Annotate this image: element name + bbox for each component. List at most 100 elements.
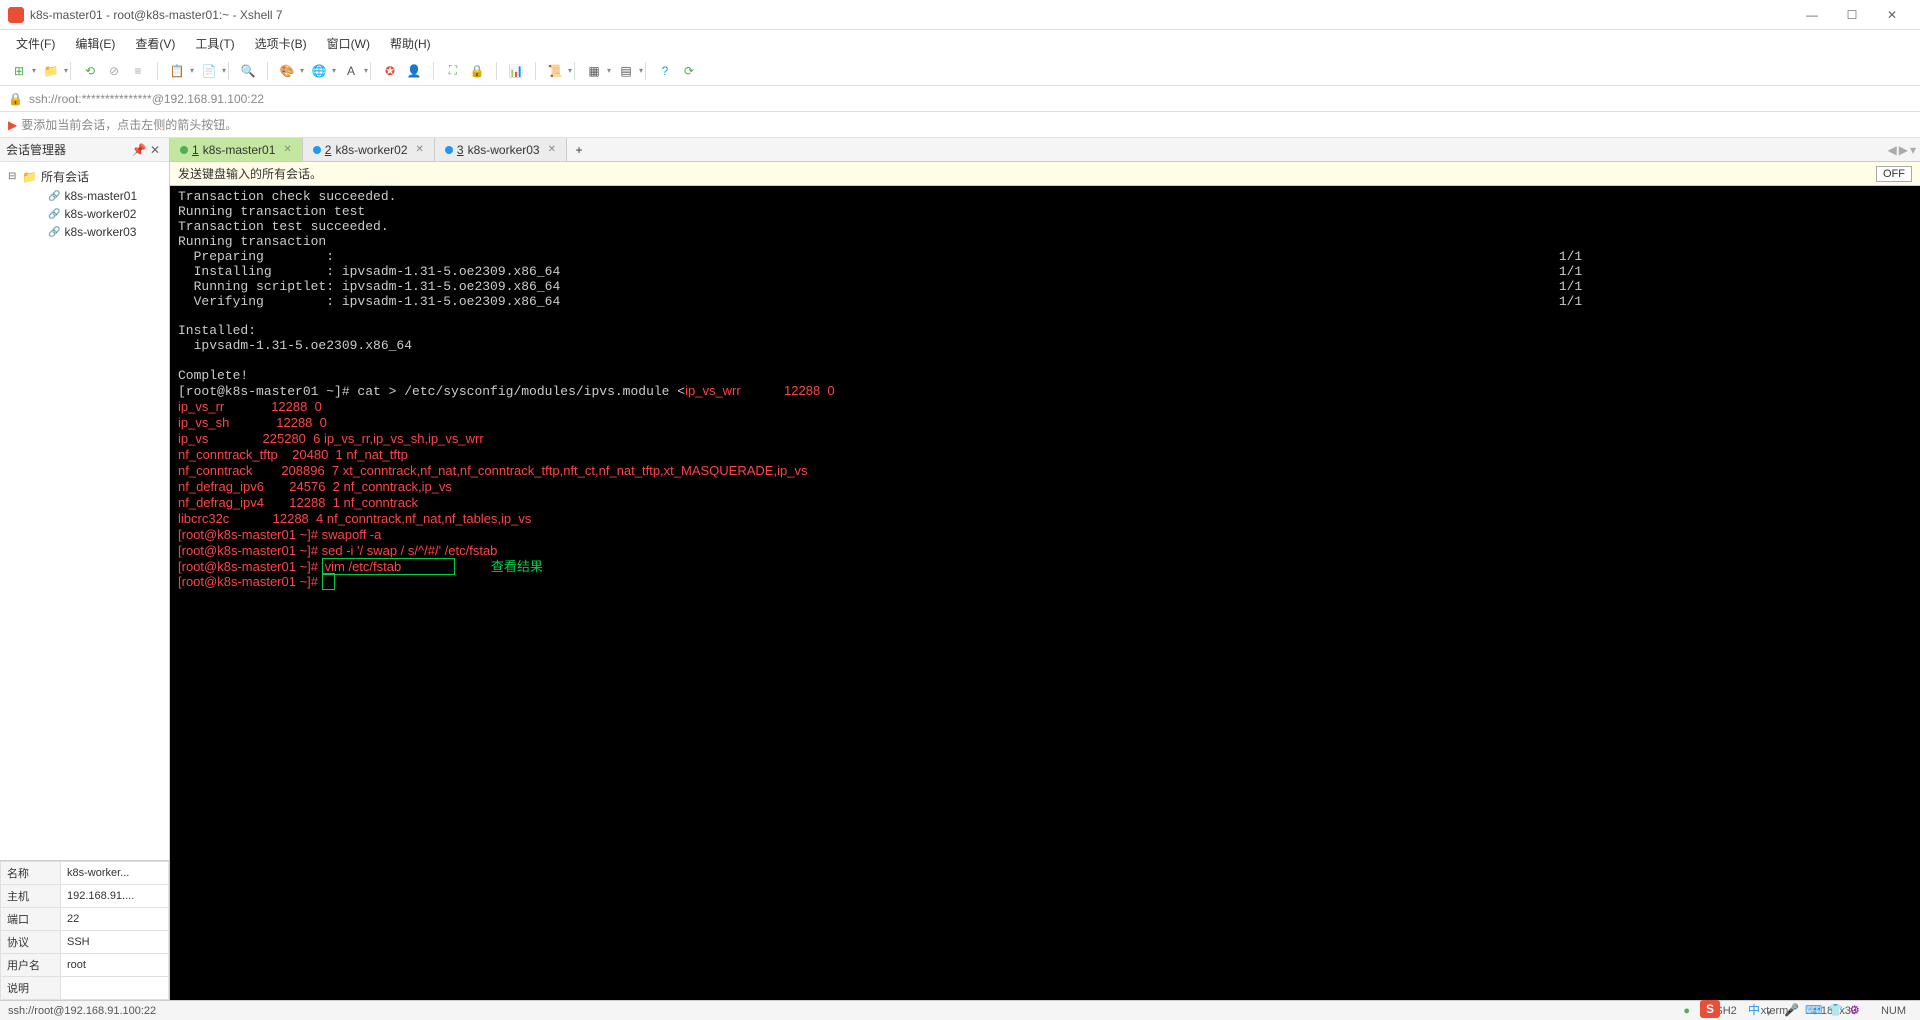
ime-tray: 中 ， 🎤 ⌨ 👕 ⚙ bbox=[1748, 1001, 1860, 1018]
tree-item[interactable]: 🔗 k8s-master01 bbox=[0, 187, 169, 205]
refresh-icon[interactable]: ⟳ bbox=[678, 60, 700, 82]
tab-close-icon[interactable]: ✕ bbox=[283, 144, 291, 155]
sendbar-off-button[interactable]: OFF bbox=[1876, 166, 1912, 182]
new-session-icon[interactable]: ⊞ bbox=[8, 60, 30, 82]
ime-skin-icon[interactable]: 👕 bbox=[1828, 1003, 1843, 1017]
server-icon: 🔗 bbox=[48, 209, 60, 220]
minimize-button[interactable]: — bbox=[1792, 0, 1832, 30]
sendbar-text: 发送键盘输入的所有会话。 bbox=[178, 165, 1876, 182]
prop-key: 端口 bbox=[1, 908, 61, 931]
server-icon: 🔗 bbox=[48, 191, 60, 202]
menu-view[interactable]: 查看(V) bbox=[127, 33, 183, 54]
sidebar-header: 会话管理器 📌 ✕ bbox=[0, 138, 169, 162]
ime-punct-icon[interactable]: ， bbox=[1766, 1001, 1778, 1018]
menu-tools[interactable]: 工具(T) bbox=[187, 33, 242, 54]
ime-badge[interactable]: S bbox=[1700, 1000, 1720, 1018]
tree-item-label: k8s-master01 bbox=[64, 189, 137, 203]
ime-keyboard-icon[interactable]: ⌨ bbox=[1805, 1003, 1822, 1017]
tree-root[interactable]: ⊟ 📁 所有会话 bbox=[0, 166, 169, 187]
tab-list-icon[interactable]: ▾ bbox=[1910, 143, 1916, 157]
statusbar: ssh://root@192.168.91.100:22 ● SSH2 xter… bbox=[0, 1000, 1920, 1020]
tab-next-icon[interactable]: ▶ bbox=[1899, 143, 1908, 157]
tab-prev-icon[interactable]: ◀ bbox=[1888, 143, 1897, 157]
tile-icon[interactable]: ▤ bbox=[615, 60, 637, 82]
reconnect-icon[interactable]: ⟲ bbox=[79, 60, 101, 82]
tab-close-icon[interactable]: ✕ bbox=[548, 144, 556, 155]
globe-icon[interactable]: 🌐 bbox=[308, 60, 330, 82]
flag-icon: ▶ bbox=[8, 118, 17, 132]
lock-icon[interactable]: 🔒 bbox=[466, 60, 488, 82]
tree-root-label: 所有会话 bbox=[41, 168, 89, 185]
tab-close-icon[interactable]: ✕ bbox=[416, 144, 424, 155]
maximize-button[interactable]: ☐ bbox=[1832, 0, 1872, 30]
sidebar-title: 会话管理器 bbox=[6, 141, 131, 158]
tab-add-button[interactable]: + bbox=[567, 138, 591, 161]
tab-status-icon bbox=[180, 146, 188, 154]
tab-number: 2 bbox=[325, 143, 332, 157]
tab-label: k8s-master01 bbox=[203, 143, 276, 157]
close-button[interactable]: ✕ bbox=[1872, 0, 1912, 30]
tab[interactable]: 3 k8s-worker03 ✕ bbox=[435, 138, 567, 161]
status-connected-icon: ● bbox=[1683, 1005, 1690, 1017]
menu-file[interactable]: 文件(F) bbox=[8, 33, 63, 54]
server-icon: 🔗 bbox=[48, 227, 60, 238]
pin-icon[interactable]: 📌 bbox=[131, 143, 147, 157]
menu-edit[interactable]: 编辑(E) bbox=[67, 33, 123, 54]
open-icon[interactable]: 📁 bbox=[40, 60, 62, 82]
titlebar: k8s-master01 - root@k8s-master01:~ - Xsh… bbox=[0, 0, 1920, 30]
menu-window[interactable]: 窗口(W) bbox=[319, 33, 378, 54]
prop-value: 22 bbox=[61, 908, 169, 931]
address-text[interactable]: ssh://root:***************@192.168.91.10… bbox=[29, 92, 1912, 106]
terminal[interactable]: Transaction check succeeded. Running tra… bbox=[170, 186, 1920, 1000]
session-sidebar: 会话管理器 📌 ✕ ⊟ 📁 所有会话 🔗k8s-master01🔗k8s-wor… bbox=[0, 138, 170, 1000]
prop-value: root bbox=[61, 954, 169, 977]
lock-icon: 🔒 bbox=[8, 92, 23, 106]
font-icon[interactable]: A bbox=[340, 60, 362, 82]
prop-value: k8s-worker... bbox=[61, 862, 169, 885]
prop-key: 主机 bbox=[1, 885, 61, 908]
star-icon[interactable]: ✪ bbox=[379, 60, 401, 82]
tab[interactable]: 1k8s-master01✕ bbox=[170, 138, 303, 161]
session-properties: 名称k8s-worker...主机192.168.91....端口22协议SSH… bbox=[0, 860, 169, 1000]
tab-nav: ◀ ▶ ▾ bbox=[1884, 138, 1920, 161]
prop-value bbox=[61, 977, 169, 1000]
ime-settings-icon[interactable]: ⚙ bbox=[1849, 1003, 1860, 1017]
palette-icon[interactable]: 🎨 bbox=[276, 60, 298, 82]
transfer-icon[interactable]: 📊 bbox=[505, 60, 527, 82]
search-icon[interactable]: 🔍 bbox=[237, 60, 259, 82]
toolbar: ⊞ 📁 ⟲ ⊘ ≡ 📋 📄 🔍 🎨 🌐 A ✪ 👤 ⛶ 🔒 📊 📜 ▦ ▤ ? … bbox=[0, 56, 1920, 86]
layout-icon[interactable]: ▦ bbox=[583, 60, 605, 82]
properties-icon[interactable]: ≡ bbox=[127, 60, 149, 82]
prop-key: 说明 bbox=[1, 977, 61, 1000]
prop-value: SSH bbox=[61, 931, 169, 954]
sendbar: 发送键盘输入的所有会话。 OFF bbox=[170, 162, 1920, 186]
paste-icon[interactable]: 📄 bbox=[198, 60, 220, 82]
tabbar: 1k8s-master01✕2k8s-worker02✕3k8s-worker0… bbox=[170, 138, 1920, 162]
copy-icon[interactable]: 📋 bbox=[166, 60, 188, 82]
ime-voice-icon[interactable]: 🎤 bbox=[1784, 1003, 1799, 1017]
folder-icon: 📁 bbox=[22, 170, 37, 184]
user-icon[interactable]: 👤 bbox=[403, 60, 425, 82]
collapse-icon[interactable]: ⊟ bbox=[8, 171, 18, 182]
sidebar-close-icon[interactable]: ✕ bbox=[147, 143, 163, 157]
prop-key: 用户名 bbox=[1, 954, 61, 977]
ime-lang[interactable]: 中 bbox=[1748, 1001, 1760, 1018]
tab-label: k8s-worker02 bbox=[335, 143, 407, 157]
tab-number: 3 bbox=[457, 143, 464, 157]
window-title: k8s-master01 - root@k8s-master01:~ - Xsh… bbox=[30, 8, 1792, 22]
help-icon[interactable]: ? bbox=[654, 60, 676, 82]
tree-item-label: k8s-worker03 bbox=[64, 225, 136, 239]
tab-status-icon bbox=[313, 146, 321, 154]
tab-label: k8s-worker03 bbox=[468, 143, 540, 157]
menu-tabs[interactable]: 选项卡(B) bbox=[247, 33, 315, 54]
tree-item[interactable]: 🔗k8s-worker02 bbox=[0, 205, 169, 223]
status-address: ssh://root@192.168.91.100:22 bbox=[8, 1005, 1671, 1017]
menu-help[interactable]: 帮助(H) bbox=[382, 33, 439, 54]
tip-text: 要添加当前会话，点击左侧的箭头按钮。 bbox=[21, 116, 237, 133]
disconnect-icon[interactable]: ⊘ bbox=[103, 60, 125, 82]
tab[interactable]: 2k8s-worker02 ✕ bbox=[303, 138, 435, 161]
tree-item[interactable]: 🔗 k8s-worker03 bbox=[0, 223, 169, 241]
script-icon[interactable]: 📜 bbox=[544, 60, 566, 82]
tipbar: ▶ 要添加当前会话，点击左侧的箭头按钮。 bbox=[0, 112, 1920, 138]
fullscreen-icon[interactable]: ⛶ bbox=[442, 60, 464, 82]
